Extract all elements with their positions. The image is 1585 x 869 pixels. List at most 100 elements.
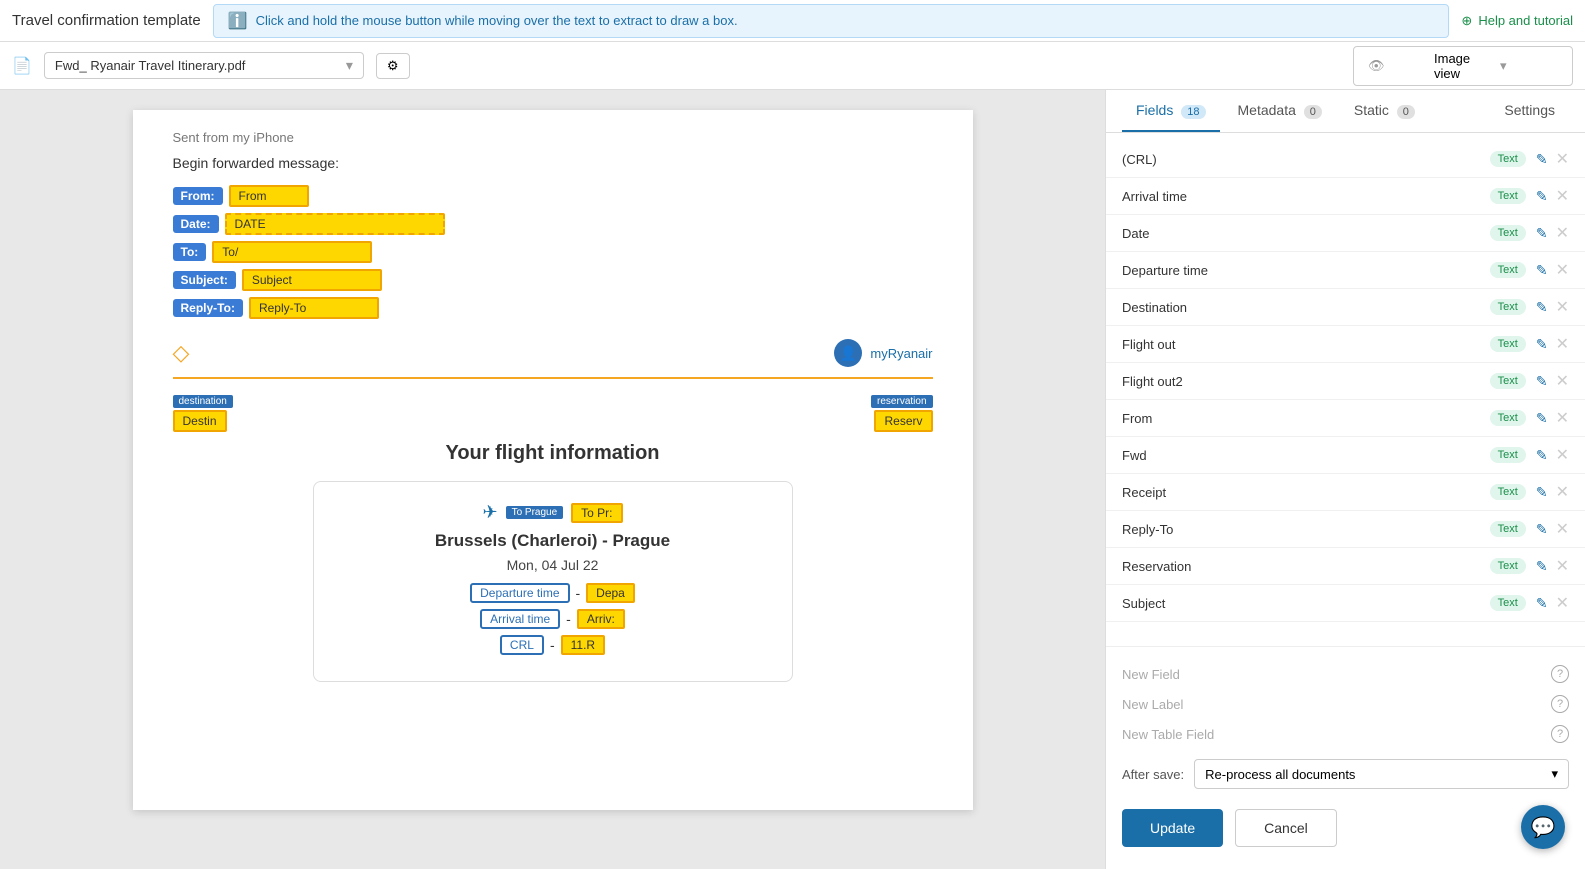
edit-icon[interactable]: ✎ (1536, 151, 1548, 168)
view-selector[interactable]: 👁 Image view ▾ (1353, 46, 1573, 86)
filter-icon: ⚙ (387, 58, 399, 74)
reply-label: Reply-To: (173, 299, 243, 317)
arrival-value: Arriv: (577, 609, 625, 629)
edit-icon[interactable]: ✎ (1536, 373, 1548, 390)
tab-settings[interactable]: Settings (1490, 90, 1569, 132)
subject-label: Subject: (173, 271, 236, 289)
delete-icon[interactable]: ✕ (1556, 445, 1569, 465)
field-name: (CRL) (1122, 152, 1480, 167)
static-badge: 0 (1397, 105, 1415, 119)
edit-icon[interactable]: ✎ (1536, 558, 1548, 575)
delete-icon[interactable]: ✕ (1556, 408, 1569, 428)
new-field-label: New Field (1122, 667, 1543, 682)
file-doc-icon: 📄 (12, 56, 32, 76)
edit-icon[interactable]: ✎ (1536, 336, 1548, 353)
field-type-badge: Text (1490, 225, 1526, 241)
edit-icon[interactable]: ✎ (1536, 225, 1548, 242)
after-save-select[interactable]: Re-process all documents ▾ (1194, 759, 1569, 789)
field-actions: ✎ ✕ (1536, 482, 1569, 502)
delete-icon[interactable]: ✕ (1556, 149, 1569, 169)
top-bar: Travel confirmation template ℹ️ Click an… (0, 0, 1585, 42)
delete-icon[interactable]: ✕ (1556, 482, 1569, 502)
field-actions: ✎ ✕ (1536, 186, 1569, 206)
destination-badge: destination (173, 395, 233, 408)
fields-badge: 18 (1181, 105, 1205, 119)
update-button[interactable]: Update (1122, 809, 1223, 847)
subject-value: Subject (242, 269, 382, 291)
route-text: Brussels (Charleroi) - Prague (334, 531, 772, 551)
new-table-row[interactable]: New Table Field ? (1122, 719, 1569, 749)
file-selector[interactable]: Fwd_ Ryanair Travel Itinerary.pdf ▾ (44, 52, 364, 79)
new-table-label: New Table Field (1122, 727, 1543, 742)
field-type-badge: Text (1490, 484, 1526, 500)
edit-icon[interactable]: ✎ (1536, 484, 1548, 501)
new-label-row[interactable]: New Label ? (1122, 689, 1569, 719)
ryanair-logo: ◇ (173, 340, 190, 366)
edit-icon[interactable]: ✎ (1536, 521, 1548, 538)
field-type-badge: Text (1490, 336, 1526, 352)
arrival-row: Arrival time - Arriv: (334, 609, 772, 629)
flight-card: ✈ To Prague To Pr: Brussels (Charleroi) … (313, 481, 793, 682)
flight-to-row: ✈ To Prague To Pr: (334, 502, 772, 523)
field-type-badge: Text (1490, 521, 1526, 537)
list-item: Arrival time Text ✎ ✕ (1106, 178, 1585, 215)
field-type-badge: Text (1490, 558, 1526, 574)
edit-icon[interactable]: ✎ (1536, 262, 1548, 279)
field-type-badge: Text (1490, 188, 1526, 204)
sent-from-text: Sent from my iPhone (173, 130, 933, 145)
tab-metadata[interactable]: Metadata 0 (1224, 90, 1336, 132)
delete-icon[interactable]: ✕ (1556, 556, 1569, 576)
delete-icon[interactable]: ✕ (1556, 297, 1569, 317)
departure-value: Depa (586, 583, 635, 603)
list-item: Reply-To Text ✎ ✕ (1106, 511, 1585, 548)
list-item: From Text ✎ ✕ (1106, 400, 1585, 437)
field-name: Fwd (1122, 448, 1480, 463)
help-icon: ⊕ (1461, 13, 1472, 29)
second-bar: 📄 Fwd_ Ryanair Travel Itinerary.pdf ▾ ⚙ … (0, 42, 1585, 90)
field-actions: ✎ ✕ (1536, 223, 1569, 243)
email-header-fields: From: From Date: DATE To: To/ Subject: S… (173, 185, 933, 319)
edit-icon[interactable]: ✎ (1536, 447, 1548, 464)
destination-value: Destin (173, 410, 227, 432)
metadata-badge: 0 (1304, 105, 1322, 119)
tab-static[interactable]: Static 0 (1340, 90, 1429, 132)
delete-icon[interactable]: ✕ (1556, 593, 1569, 613)
tabs-bar: Fields 18 Metadata 0 Static 0 Settings (1106, 90, 1585, 133)
chat-bubble-button[interactable]: 💬 (1521, 805, 1565, 849)
bottom-actions: New Field ? New Label ? New Table Field … (1106, 646, 1585, 869)
new-field-help[interactable]: ? (1551, 665, 1569, 683)
field-name: Arrival time (1122, 189, 1480, 204)
field-name: Receipt (1122, 485, 1480, 500)
list-item: Flight out Text ✎ ✕ (1106, 326, 1585, 363)
filter-button[interactable]: ⚙ (376, 53, 410, 79)
new-table-help[interactable]: ? (1551, 725, 1569, 743)
help-tutorial-button[interactable]: ⊕ Help and tutorial (1461, 13, 1573, 29)
new-field-row[interactable]: New Field ? (1122, 659, 1569, 689)
field-actions: ✎ ✕ (1536, 371, 1569, 391)
from-value: From (229, 185, 309, 207)
from-label: From: (173, 187, 223, 205)
field-type-badge: Text (1490, 262, 1526, 278)
edit-icon[interactable]: ✎ (1536, 595, 1548, 612)
delete-icon[interactable]: ✕ (1556, 186, 1569, 206)
delete-icon[interactable]: ✕ (1556, 260, 1569, 280)
field-type-badge: Text (1490, 595, 1526, 611)
edit-icon[interactable]: ✎ (1536, 299, 1548, 316)
field-name: Date (1122, 226, 1480, 241)
cancel-button[interactable]: Cancel (1235, 809, 1337, 847)
field-actions: ✎ ✕ (1536, 556, 1569, 576)
delete-icon[interactable]: ✕ (1556, 519, 1569, 539)
list-item: Reservation Text ✎ ✕ (1106, 548, 1585, 585)
delete-icon[interactable]: ✕ (1556, 334, 1569, 354)
new-label-help[interactable]: ? (1551, 695, 1569, 713)
delete-icon[interactable]: ✕ (1556, 223, 1569, 243)
ryanair-user: 👤 myRyanair (834, 339, 932, 367)
right-panel: Fields 18 Metadata 0 Static 0 Settings (… (1105, 90, 1585, 869)
delete-icon[interactable]: ✕ (1556, 371, 1569, 391)
edit-icon[interactable]: ✎ (1536, 188, 1548, 205)
reservation-badge: reservation (871, 395, 932, 408)
tab-fields[interactable]: Fields 18 (1122, 90, 1220, 132)
field-actions: ✎ ✕ (1536, 445, 1569, 465)
edit-icon[interactable]: ✎ (1536, 410, 1548, 427)
action-buttons: Update Cancel (1122, 799, 1569, 857)
